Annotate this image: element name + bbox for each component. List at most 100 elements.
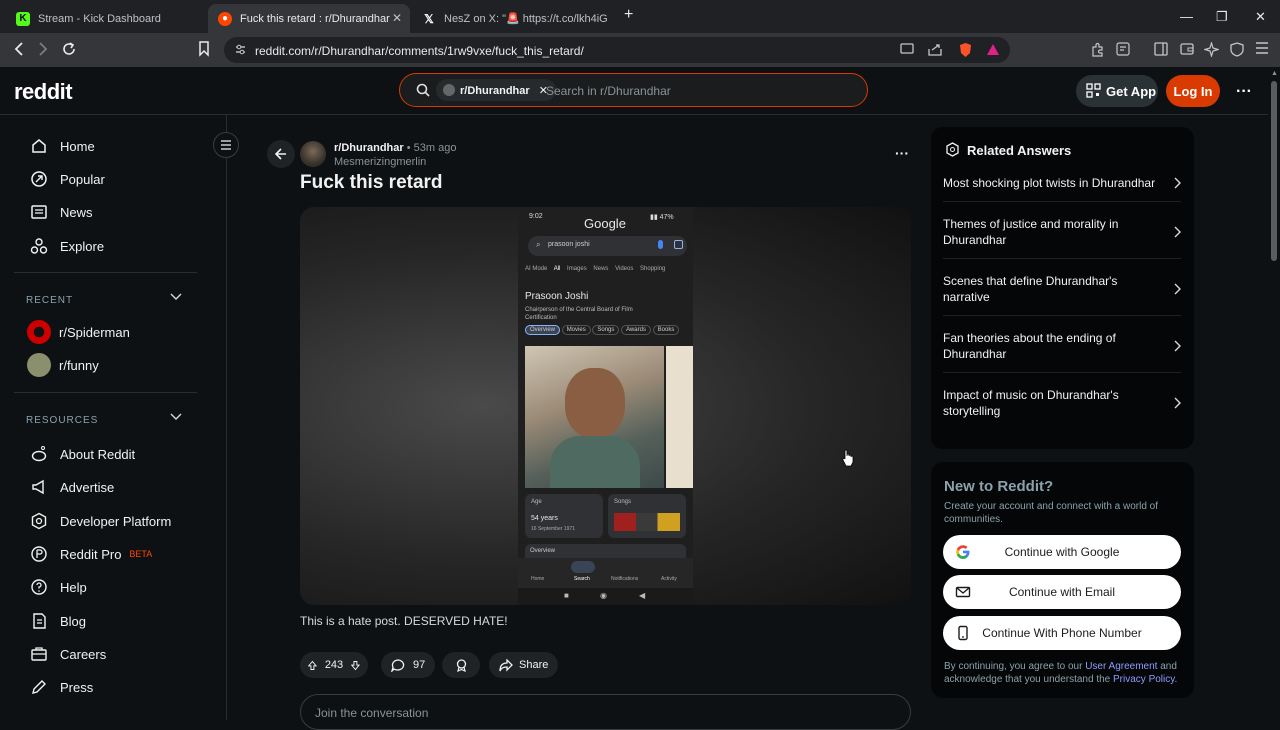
back-triangle-icon: ◀ bbox=[639, 591, 646, 600]
award-button[interactable] bbox=[442, 652, 480, 678]
brave-rewards-icon[interactable] bbox=[986, 43, 1000, 56]
close-window-icon[interactable]: ✕ bbox=[1255, 9, 1266, 25]
nav-home[interactable]: Home bbox=[30, 137, 95, 155]
tab-reddit-post[interactable]: ● Fuck this retard : r/Dhurandhar ✕ bbox=[208, 4, 410, 33]
wallet-icon[interactable] bbox=[1180, 42, 1194, 55]
reddit-pro-icon bbox=[31, 546, 47, 562]
privacy-policy-link[interactable]: Privacy Policy bbox=[1113, 674, 1175, 685]
url-field[interactable]: reddit.com/r/Dhurandhar/comments/1rw9vxe… bbox=[224, 37, 1010, 63]
browser-menu-icon[interactable] bbox=[1255, 42, 1269, 54]
minimize-icon[interactable]: — bbox=[1180, 9, 1193, 24]
post-author[interactable]: Mesmerizingmerlin bbox=[334, 156, 426, 168]
help-icon bbox=[31, 579, 47, 595]
related-answer-item[interactable]: Most shocking plot twists in Dhurandhar bbox=[943, 175, 1181, 191]
hamburger-icon bbox=[221, 140, 231, 150]
share-button[interactable]: Share bbox=[489, 652, 559, 678]
search-bar[interactable]: r/Dhurandhar ✕ Search in r/Dhurandhar bbox=[399, 73, 868, 107]
vpn-shield-icon[interactable] bbox=[1230, 42, 1244, 57]
subreddit-search-chip[interactable]: r/Dhurandhar ✕ bbox=[436, 79, 556, 101]
continue-with-phone-button[interactable]: Continue With Phone Number bbox=[943, 616, 1181, 650]
post-title: Fuck this retard bbox=[300, 172, 443, 193]
tab-kick[interactable]: K Stream - Kick Dashboard bbox=[6, 4, 206, 33]
resources-header[interactable]: RESOURCES bbox=[26, 415, 98, 426]
person-photo bbox=[525, 346, 664, 488]
phone-search-pill bbox=[571, 561, 595, 573]
scrollbar-thumb[interactable] bbox=[1271, 81, 1277, 261]
get-app-button[interactable]: Get App bbox=[1076, 75, 1158, 107]
upvote-icon[interactable] bbox=[308, 659, 317, 672]
close-tab-icon[interactable]: ✕ bbox=[392, 11, 402, 25]
more-options-icon[interactable]: ··· bbox=[1236, 83, 1252, 101]
cast-icon[interactable] bbox=[900, 43, 914, 55]
chevron-down-icon[interactable] bbox=[170, 413, 182, 421]
related-answer-item[interactable]: Fan theories about the ending of Dhurand… bbox=[943, 330, 1181, 362]
related-answer-label: Impact of music on Dhurandhar's storytel… bbox=[943, 388, 1119, 418]
bookmark-icon[interactable] bbox=[198, 41, 210, 57]
continue-with-email-button[interactable]: Continue with Email bbox=[943, 575, 1181, 609]
related-answers-icon bbox=[945, 142, 960, 157]
subreddit-avatar[interactable] bbox=[300, 141, 326, 167]
post-image[interactable]: 9:02 ▮▮ 47% Google ⌕ prasoon joshi AI Mo… bbox=[300, 207, 911, 605]
restore-icon[interactable]: ❐ bbox=[1216, 9, 1228, 25]
reddit-logo[interactable]: reddit bbox=[14, 79, 73, 105]
phone-tab: AI Mode bbox=[525, 266, 548, 272]
recent-header[interactable]: RECENT bbox=[26, 295, 73, 306]
back-button[interactable] bbox=[267, 140, 295, 168]
resource-about-reddit[interactable]: About Reddit bbox=[30, 445, 135, 463]
comment-count: 97 bbox=[413, 659, 426, 671]
phone-query: prasoon joshi bbox=[548, 241, 590, 248]
extensions-icon[interactable] bbox=[1090, 42, 1105, 57]
phone-bottom-nav: Home Search Notifications Activity bbox=[518, 558, 693, 588]
continue-with-google-button[interactable]: Continue with Google bbox=[943, 535, 1181, 569]
post-options-icon[interactable]: ··· bbox=[895, 145, 909, 161]
signup-title: New to Reddit? bbox=[944, 478, 1054, 495]
related-answer-item[interactable]: Themes of justice and morality in Dhuran… bbox=[943, 216, 1181, 248]
downvote-icon[interactable] bbox=[351, 659, 360, 672]
resource-press[interactable]: Press bbox=[30, 678, 93, 696]
nav-explore[interactable]: Explore bbox=[30, 237, 104, 255]
nav-popular[interactable]: Popular bbox=[30, 170, 105, 188]
reload-icon[interactable] bbox=[61, 41, 77, 57]
recent-spiderman[interactable]: r/Spiderman bbox=[27, 320, 130, 344]
back-icon[interactable] bbox=[12, 41, 26, 57]
news-icon bbox=[31, 205, 47, 219]
new-tab-icon[interactable]: + bbox=[624, 6, 633, 24]
reader-icon[interactable] bbox=[1116, 42, 1130, 56]
leo-ai-icon[interactable] bbox=[1204, 42, 1219, 57]
collapse-sidebar-button[interactable] bbox=[213, 132, 239, 158]
google-search-screenshot: 9:02 ▮▮ 47% Google ⌕ prasoon joshi AI Mo… bbox=[518, 207, 693, 605]
resource-blog[interactable]: Blog bbox=[30, 612, 86, 630]
tab-x-post[interactable]: 𝕏 NesZ on X: "🚨 https://t.co/lkh4iG bbox=[412, 4, 612, 33]
resource-developer-platform[interactable]: Developer Platform bbox=[30, 512, 171, 530]
url-text: reddit.com/r/Dhurandhar/comments/1rw9vxe… bbox=[255, 44, 584, 58]
page-scrollbar[interactable]: ▲ bbox=[1268, 67, 1280, 720]
search-input[interactable]: Search in r/Dhurandhar bbox=[546, 84, 671, 98]
nav-news[interactable]: News bbox=[30, 203, 93, 221]
related-divider bbox=[943, 258, 1181, 259]
resource-label: About Reddit bbox=[60, 446, 136, 462]
arrow-left-icon bbox=[275, 148, 286, 160]
login-button[interactable]: Log In bbox=[1166, 75, 1220, 107]
scroll-up-icon[interactable]: ▲ bbox=[1271, 70, 1278, 77]
phone-nav-label: Notifications bbox=[611, 576, 639, 582]
resource-reddit-pro[interactable]: Reddit Pro BETA bbox=[30, 545, 152, 563]
google-button-label: Continue with Google bbox=[1004, 545, 1120, 559]
post-subreddit-link[interactable]: r/Dhurandhar bbox=[334, 142, 404, 154]
recent-funny[interactable]: r/funny bbox=[27, 353, 99, 377]
brave-shield-icon[interactable] bbox=[958, 42, 973, 58]
comments-button[interactable]: 97 bbox=[381, 652, 436, 678]
chevron-down-icon[interactable] bbox=[170, 293, 182, 301]
forward-icon[interactable] bbox=[36, 41, 50, 57]
resource-help[interactable]: Help bbox=[30, 578, 87, 596]
resource-advertise[interactable]: Advertise bbox=[30, 478, 114, 496]
resource-careers[interactable]: Careers bbox=[30, 645, 106, 663]
related-answer-item[interactable]: Scenes that define Dhurandhar's narrativ… bbox=[943, 273, 1181, 305]
share-page-icon[interactable] bbox=[928, 43, 942, 56]
user-agreement-link[interactable]: User Agreement bbox=[1085, 661, 1157, 672]
related-answer-item[interactable]: Impact of music on Dhurandhar's storytel… bbox=[943, 387, 1181, 419]
site-info-icon[interactable] bbox=[234, 43, 247, 56]
sidebar-toggle-icon[interactable] bbox=[1154, 42, 1168, 56]
comment-input[interactable]: Join the conversation bbox=[300, 694, 911, 730]
phone-entity-name: Prasoon Joshi bbox=[525, 291, 589, 302]
home-circle-icon: ◉ bbox=[600, 591, 607, 600]
